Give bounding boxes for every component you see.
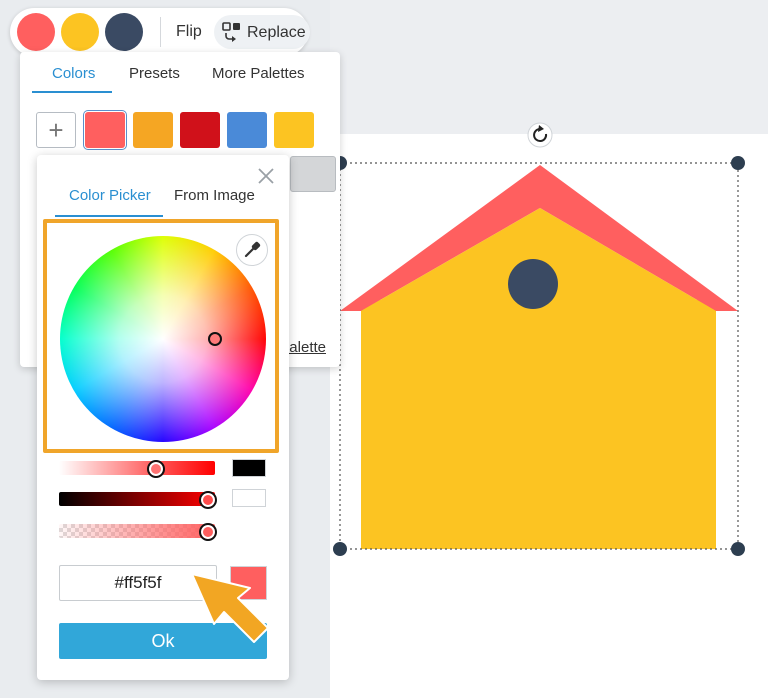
tab-color-picker-underline [55, 215, 163, 217]
saturation-slider[interactable] [59, 461, 215, 475]
eyedropper-icon [244, 241, 261, 258]
resize-handle-bottom-left[interactable] [333, 542, 347, 556]
palette-swatch-orange[interactable] [133, 112, 173, 148]
palette-swatch-coral[interactable] [85, 112, 125, 148]
replace-icon [222, 22, 240, 42]
color-wheel[interactable] [60, 236, 266, 442]
eyedropper-button[interactable] [236, 234, 268, 266]
brightness-slider-knob[interactable] [199, 491, 217, 509]
palette-swatch-yellow[interactable] [274, 112, 314, 148]
resize-handle-bottom-right[interactable] [731, 542, 745, 556]
opacity-slider[interactable] [59, 524, 215, 538]
toolbar-swatch-navy[interactable] [105, 13, 143, 51]
toolbar-swatch-coral[interactable] [17, 13, 55, 51]
house-body [361, 300, 716, 549]
color-wheel-white-fade [60, 236, 266, 442]
brightness-slider[interactable] [59, 492, 215, 506]
pointer-arrow-icon [191, 573, 269, 643]
palette-link[interactable]: Palette [286, 339, 326, 356]
opacity-slider-knob[interactable] [199, 523, 217, 541]
tab-colors-underline [32, 91, 112, 93]
color-toolbar: Flip Replace [10, 8, 310, 56]
palette-swatch-grey[interactable] [290, 156, 336, 192]
replace-label: Replace [247, 24, 306, 41]
tab-more-palettes[interactable]: More Palettes [212, 65, 305, 82]
rotate-icon[interactable] [527, 122, 553, 148]
tab-color-picker[interactable]: Color Picker [69, 187, 151, 204]
add-color-button[interactable]: + [36, 112, 76, 148]
toolbar-divider [160, 17, 161, 47]
tab-presets[interactable]: Presets [129, 65, 180, 82]
house-window [508, 259, 558, 309]
palette-swatch-red[interactable] [180, 112, 220, 148]
flip-button[interactable]: Flip [176, 23, 202, 41]
color-wheel-cursor[interactable] [208, 332, 222, 346]
tab-colors[interactable]: Colors [52, 65, 95, 82]
toolbar-swatch-yellow[interactable] [61, 13, 99, 51]
plus-icon: + [48, 115, 64, 145]
black-swatch[interactable] [232, 459, 266, 477]
saturation-slider-knob[interactable] [147, 460, 165, 478]
replace-button[interactable]: Replace [214, 15, 310, 49]
tab-from-image[interactable]: From Image [174, 187, 255, 204]
resize-handle-top-right[interactable] [731, 156, 745, 170]
close-icon[interactable] [256, 166, 276, 186]
palette-swatch-blue[interactable] [227, 112, 267, 148]
white-swatch[interactable] [232, 489, 266, 507]
